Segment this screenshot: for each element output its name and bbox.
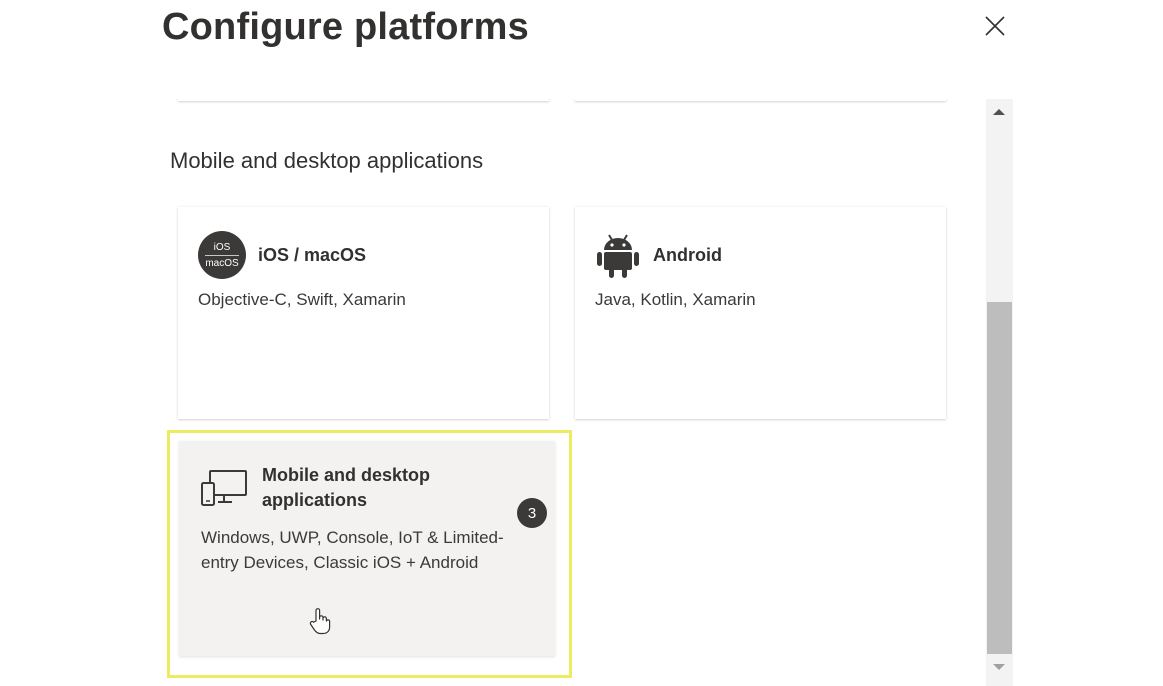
highlight-frame: Mobile and desktop applications Windows,… [167,430,572,678]
scroll-down-arrow-icon[interactable] [992,662,1006,672]
mobile-desktop-card-title: Mobile and desktop applications [262,465,431,510]
step-badge: 3 [517,498,547,528]
android-icon [597,234,639,278]
section-heading: Mobile and desktop applications [170,148,484,173]
android-card-title: Android [653,244,722,265]
close-button[interactable] [982,13,1008,39]
ios-icon-label-bottom: macOS [205,257,239,269]
ios-macos-icon: iOS macOS [198,231,246,279]
platform-card-partial-left[interactable] [178,99,549,101]
vertical-scrollbar[interactable] [986,99,1013,686]
android-card[interactable]: Android Java, Kotlin, Xamarin [575,207,946,419]
scroll-up-arrow-icon[interactable] [992,107,1006,117]
ios-icon-label-top: iOS [213,241,231,253]
platform-card-partial-right[interactable] [575,99,946,101]
mobile-desktop-card-description: Windows, UWP, Console, IoT & Limited-ent… [201,528,504,572]
hand-cursor-icon [309,608,331,635]
dialog-title: Configure platforms [162,6,529,48]
close-icon [985,16,1005,36]
mobile-desktop-card[interactable]: Mobile and desktop applications Windows,… [179,441,555,656]
ios-macos-card[interactable]: iOS macOS iOS / macOS Objective-C, Swift… [178,207,549,419]
ios-card-description: Objective-C, Swift, Xamarin [198,290,406,309]
devices-icon [201,470,247,506]
ios-card-title: iOS / macOS [258,244,367,265]
android-card-description: Java, Kotlin, Xamarin [595,290,756,309]
scrollbar-thumb[interactable] [987,302,1012,654]
